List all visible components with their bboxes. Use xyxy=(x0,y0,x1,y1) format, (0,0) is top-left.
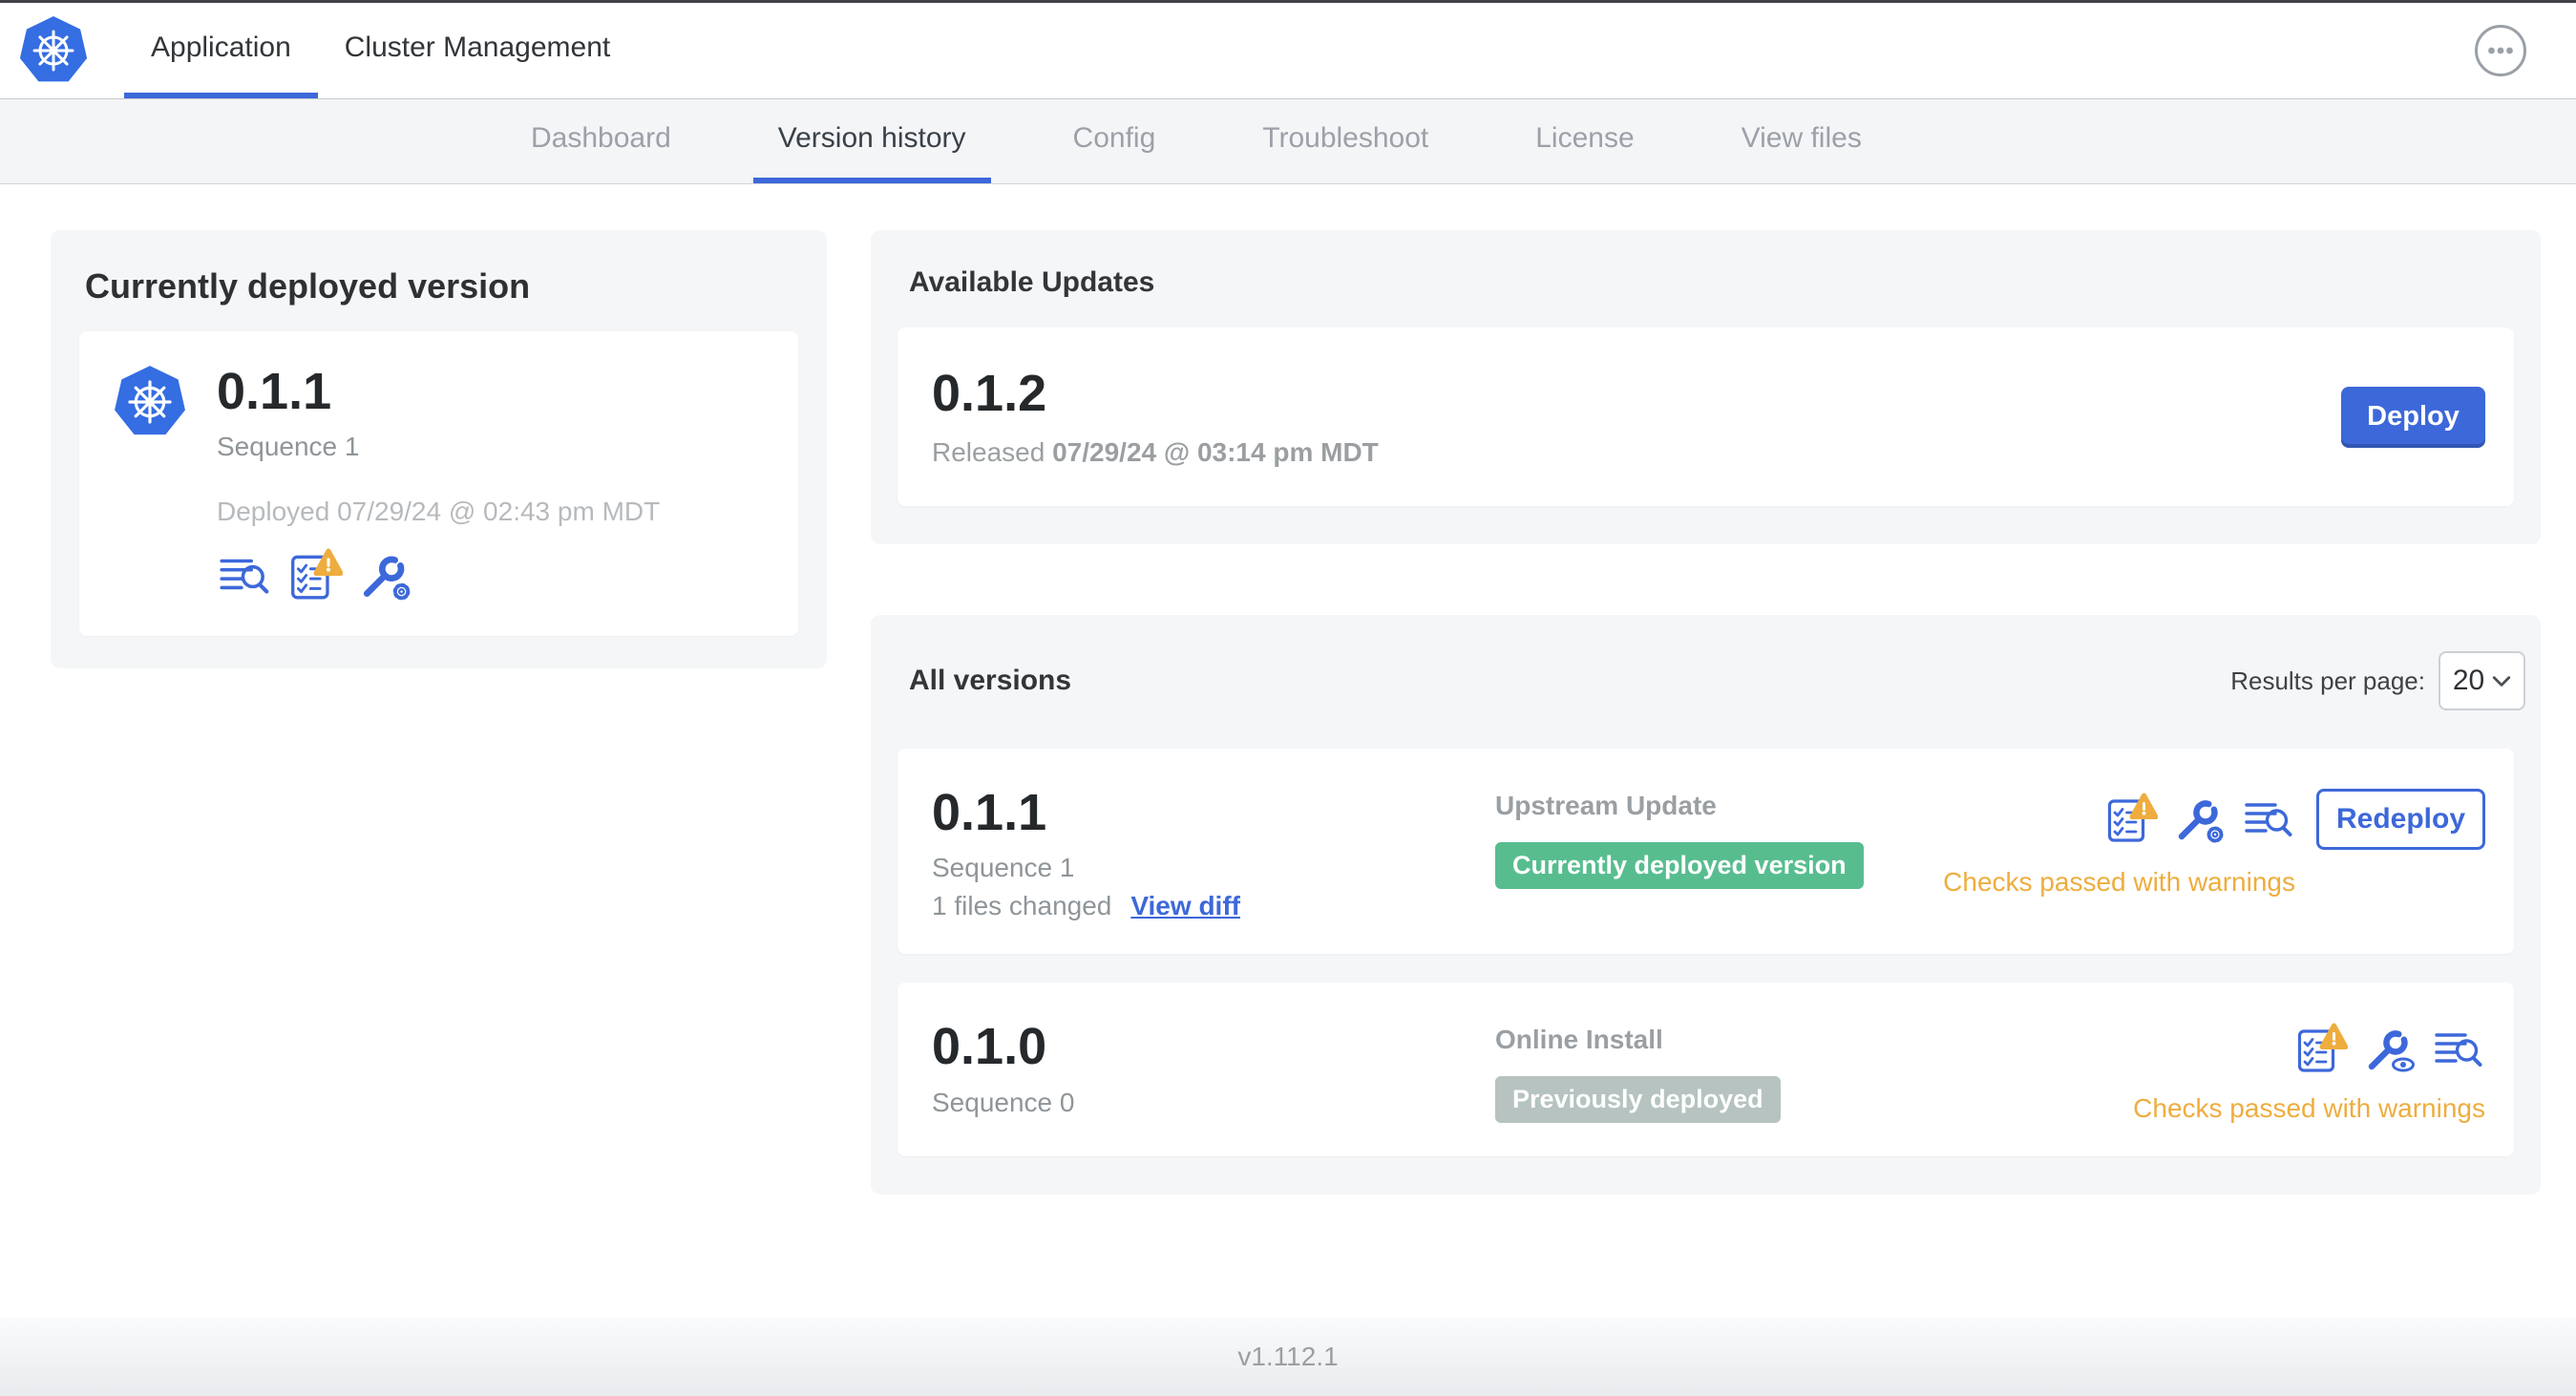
tab-dashboard[interactable]: Dashboard xyxy=(506,99,696,183)
results-per-page: Results per page: 20 xyxy=(2230,651,2525,710)
tab-config[interactable]: Config xyxy=(1048,99,1181,183)
release-notes-icon[interactable] xyxy=(2432,1023,2485,1076)
version-row-info: 0.1.0 Sequence 0 xyxy=(932,1018,1495,1124)
results-per-page-value: 20 xyxy=(2452,665,2485,696)
main-content: Currently deployed version 0.1.1 Sequenc… xyxy=(0,184,2576,1318)
files-changed-count: 1 files changed xyxy=(932,891,1112,921)
current-version-detail: 0.1.1 Sequence 1 Deployed 07/29/24 @ 02:… xyxy=(79,331,798,637)
version-source-block: Online Install Previously deployed xyxy=(1495,1019,1781,1124)
released-label: Released xyxy=(932,437,1053,468)
all-versions-header: All versions Results per page: 20 xyxy=(909,651,2525,710)
results-per-page-label: Results per page: xyxy=(2230,666,2425,695)
current-version-sequence: Sequence 1 xyxy=(217,432,360,462)
redeploy-button[interactable]: Redeploy xyxy=(2316,789,2485,850)
tab-license[interactable]: License xyxy=(1510,99,1658,183)
tab-view-files[interactable]: View files xyxy=(1717,99,1887,183)
kubernetes-logo-icon xyxy=(17,3,90,98)
preflight-checks-warning-icon[interactable] xyxy=(2104,793,2158,846)
checks-status-text: Checks passed with warnings xyxy=(1943,867,2295,897)
view-config-icon[interactable] xyxy=(2363,1023,2417,1076)
tab-troubleshoot-label: Troubleshoot xyxy=(1262,122,1429,154)
tab-application[interactable]: Application xyxy=(124,3,318,98)
edit-config-icon[interactable] xyxy=(358,548,413,603)
current-version-title: Currently deployed version xyxy=(85,266,531,306)
version-sequence: Sequence 0 xyxy=(932,1087,1075,1117)
all-versions-title: All versions xyxy=(909,665,1072,696)
version-row-info: 0.1.1 Sequence 1 1 files changed View di… xyxy=(932,784,1495,921)
version-source: Online Install xyxy=(1495,1025,1663,1055)
version-number: 0.1.0 xyxy=(932,1018,1047,1076)
tab-view-files-label: View files xyxy=(1741,122,1862,154)
tab-license-label: License xyxy=(1535,122,1635,154)
app-footer: v1.112.1 xyxy=(0,1318,2576,1396)
released-date: 07/29/24 @ 03:14 pm MDT xyxy=(1052,437,1379,468)
tab-version-history-label: Version history xyxy=(777,122,966,154)
version-source-block: Upstream Update Currently deployed versi… xyxy=(1495,785,1864,921)
current-version-column: Currently deployed version 0.1.1 Sequenc… xyxy=(51,230,827,669)
tab-dashboard-label: Dashboard xyxy=(531,122,671,154)
version-row-0-1-0: 0.1.0 Sequence 0 Online Install Previous… xyxy=(897,983,2514,1157)
current-version-info: 0.1.1 Sequence 1 Deployed 07/29/24 @ 02:… xyxy=(217,363,661,603)
edit-config-icon[interactable] xyxy=(2173,793,2227,846)
current-version-deployed-date: Deployed 07/29/24 @ 02:43 pm MDT xyxy=(217,497,661,527)
version-sequence: Sequence 1 xyxy=(932,853,1075,883)
version-number: 0.1.1 xyxy=(932,784,1047,841)
version-actions xyxy=(2279,1023,2485,1076)
release-notes-icon[interactable] xyxy=(217,548,272,603)
app-header: Application Cluster Management xyxy=(0,3,2576,99)
release-notes-icon[interactable] xyxy=(2242,793,2295,846)
status-badge: Currently deployed version xyxy=(1495,842,1864,889)
status-badge: Previously deployed xyxy=(1495,1076,1781,1124)
version-actions-block: Checks passed with warnings xyxy=(2133,1019,2485,1124)
versions-column: Available Updates 0.1.2 Released 07/29/2… xyxy=(871,230,2541,1195)
version-actions: Redeploy xyxy=(2089,789,2485,850)
checks-status-text: Checks passed with warnings xyxy=(2133,1093,2485,1124)
admin-console-version: v1.112.1 xyxy=(1237,1342,1339,1371)
tab-troubleshoot[interactable]: Troubleshoot xyxy=(1237,99,1453,183)
files-changed-line: 1 files changed View diff xyxy=(932,891,1495,921)
preflight-checks-warning-icon[interactable] xyxy=(287,548,343,603)
preflight-checks-warning-icon[interactable] xyxy=(2294,1023,2348,1076)
tab-config-label: Config xyxy=(1072,122,1156,154)
tab-version-history[interactable]: Version history xyxy=(752,99,991,183)
current-version-number: 0.1.1 xyxy=(217,363,332,420)
update-info: 0.1.2 Released 07/29/24 @ 03:14 pm MDT xyxy=(932,364,1379,468)
app-kubernetes-icon xyxy=(112,364,188,603)
app-subnav: Dashboard Version history Config Trouble… xyxy=(0,99,2576,184)
available-updates-title: Available Updates xyxy=(909,266,1155,298)
version-source: Upstream Update xyxy=(1495,791,1717,820)
update-released-line: Released 07/29/24 @ 03:14 pm MDT xyxy=(932,437,1379,468)
all-versions-card: All versions Results per page: 20 0.1.1 … xyxy=(871,615,2541,1195)
version-row-0-1-1: 0.1.1 Sequence 1 1 files changed View di… xyxy=(897,749,2514,955)
version-actions-block: Redeploy Checks passed with warnings xyxy=(1943,785,2485,921)
current-version-actions xyxy=(217,548,660,603)
update-version-number: 0.1.2 xyxy=(932,364,1047,422)
tab-cluster-management-label: Cluster Management xyxy=(344,32,611,63)
available-updates-card: Available Updates 0.1.2 Released 07/29/2… xyxy=(871,230,2541,544)
tab-application-label: Application xyxy=(151,32,291,63)
results-per-page-select[interactable]: 20 xyxy=(2439,651,2525,710)
ellipsis-icon xyxy=(2473,23,2528,78)
update-row: 0.1.2 Released 07/29/24 @ 03:14 pm MDT D… xyxy=(897,328,2514,506)
overflow-menu-button[interactable] xyxy=(2473,3,2528,98)
chevron-down-icon xyxy=(2492,674,2511,687)
deploy-button[interactable]: Deploy xyxy=(2341,386,2485,448)
view-diff-link[interactable]: View diff xyxy=(1130,891,1240,921)
tab-cluster-management[interactable]: Cluster Management xyxy=(318,3,637,98)
current-version-card: Currently deployed version 0.1.1 Sequenc… xyxy=(51,230,827,669)
